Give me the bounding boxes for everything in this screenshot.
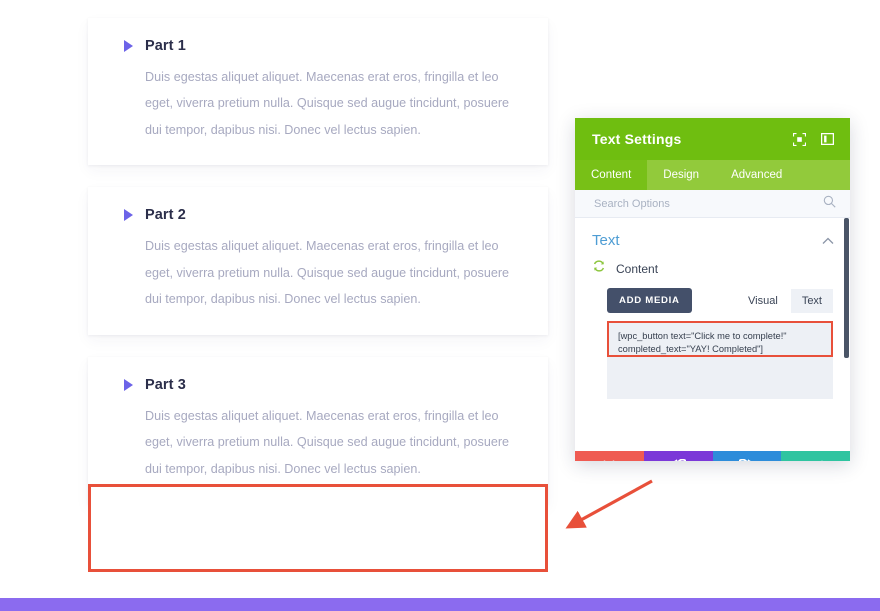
- triangle-right-icon: [124, 209, 133, 222]
- accordion-body: Duis egestas aliquet aliquet. Maecenas e…: [145, 408, 510, 476]
- tab-advanced[interactable]: Advanced: [715, 160, 798, 190]
- accordion-item[interactable]: Part 2 Duis egestas aliquet aliquet. Mae…: [88, 187, 548, 335]
- accordion-title: Part 1: [145, 38, 186, 54]
- close-button[interactable]: [575, 451, 644, 461]
- accordion-body: Duis egestas aliquet aliquet. Maecenas e…: [145, 70, 510, 137]
- accordion-body: Duis egestas aliquet aliquet. Maecenas e…: [145, 239, 510, 307]
- tab-content[interactable]: Content: [575, 160, 648, 190]
- search-icon: [823, 195, 836, 213]
- content-editor: ADD MEDIA Visual Text [wpc_button text="…: [575, 278, 850, 399]
- editor-mode-tabs: Visual Text: [737, 288, 833, 313]
- modal-scrollbar-thumb[interactable]: [844, 218, 849, 358]
- undo-button[interactable]: [643, 451, 713, 461]
- section-title: Text: [592, 232, 620, 249]
- modal-scrollbar[interactable]: [843, 218, 850, 451]
- modal-header: Text Settings: [575, 118, 850, 160]
- accordion-header[interactable]: Part 2: [114, 207, 522, 223]
- content-textarea-value: [wpc_button text="Click me to complete!"…: [618, 331, 787, 355]
- empty-text-module[interactable]: [88, 484, 548, 572]
- section-header-text[interactable]: Text: [575, 218, 850, 255]
- search-input[interactable]: [592, 196, 823, 211]
- triangle-right-icon: [124, 378, 133, 391]
- redo-button[interactable]: [712, 451, 782, 461]
- modal-title: Text Settings: [592, 131, 682, 147]
- bottom-purple-bar: [0, 598, 880, 611]
- accordion-title: Part 2: [145, 207, 186, 224]
- save-button[interactable]: [781, 451, 850, 461]
- content-field-label: Content: [616, 261, 659, 276]
- accordion-title: Part 3: [145, 376, 186, 393]
- content-textarea[interactable]: [wpc_button text="Click me to complete!"…: [607, 321, 833, 357]
- tab-design[interactable]: Design: [647, 160, 715, 190]
- modal-body: Text Content ADD MEDIA Visual Text [wpc_…: [575, 218, 850, 451]
- accordion-list: Part 1 Duis egestas aliquet aliquet. Mae…: [88, 18, 548, 526]
- content-field-label-row: Content: [575, 255, 850, 278]
- page-root: Part 1 Duis egestas aliquet aliquet. Mae…: [0, 0, 880, 611]
- triangle-right-icon: [124, 40, 133, 52]
- reset-circular-arrows-icon[interactable]: [592, 259, 606, 278]
- accordion-item[interactable]: Part 1 Duis egestas aliquet aliquet. Mae…: [88, 18, 548, 166]
- arrow-to-empty-module-icon: [565, 479, 653, 529]
- text-settings-modal: Text Settings Content Design Advanced Se…: [575, 118, 850, 461]
- panel-layout-icon[interactable]: [817, 129, 837, 149]
- modal-tab-bar: Content Design Advanced: [575, 160, 850, 190]
- add-media-button[interactable]: ADD MEDIA: [607, 288, 692, 313]
- accordion-header[interactable]: Part 1: [114, 38, 522, 54]
- accordion-item[interactable]: Part 3 Duis egestas aliquet aliquet. Mae…: [88, 356, 548, 504]
- fullscreen-icon[interactable]: [789, 129, 809, 149]
- modal-footer: [575, 451, 850, 461]
- tab-visual[interactable]: Visual: [737, 289, 789, 313]
- editor-toolbar: ADD MEDIA Visual Text: [607, 288, 833, 313]
- chevron-up-icon[interactable]: [822, 234, 834, 247]
- accordion-header[interactable]: Part 3: [114, 377, 522, 393]
- search-options-row[interactable]: [575, 190, 850, 218]
- content-textarea-filler[interactable]: [607, 357, 833, 399]
- tab-text[interactable]: Text: [790, 288, 833, 313]
